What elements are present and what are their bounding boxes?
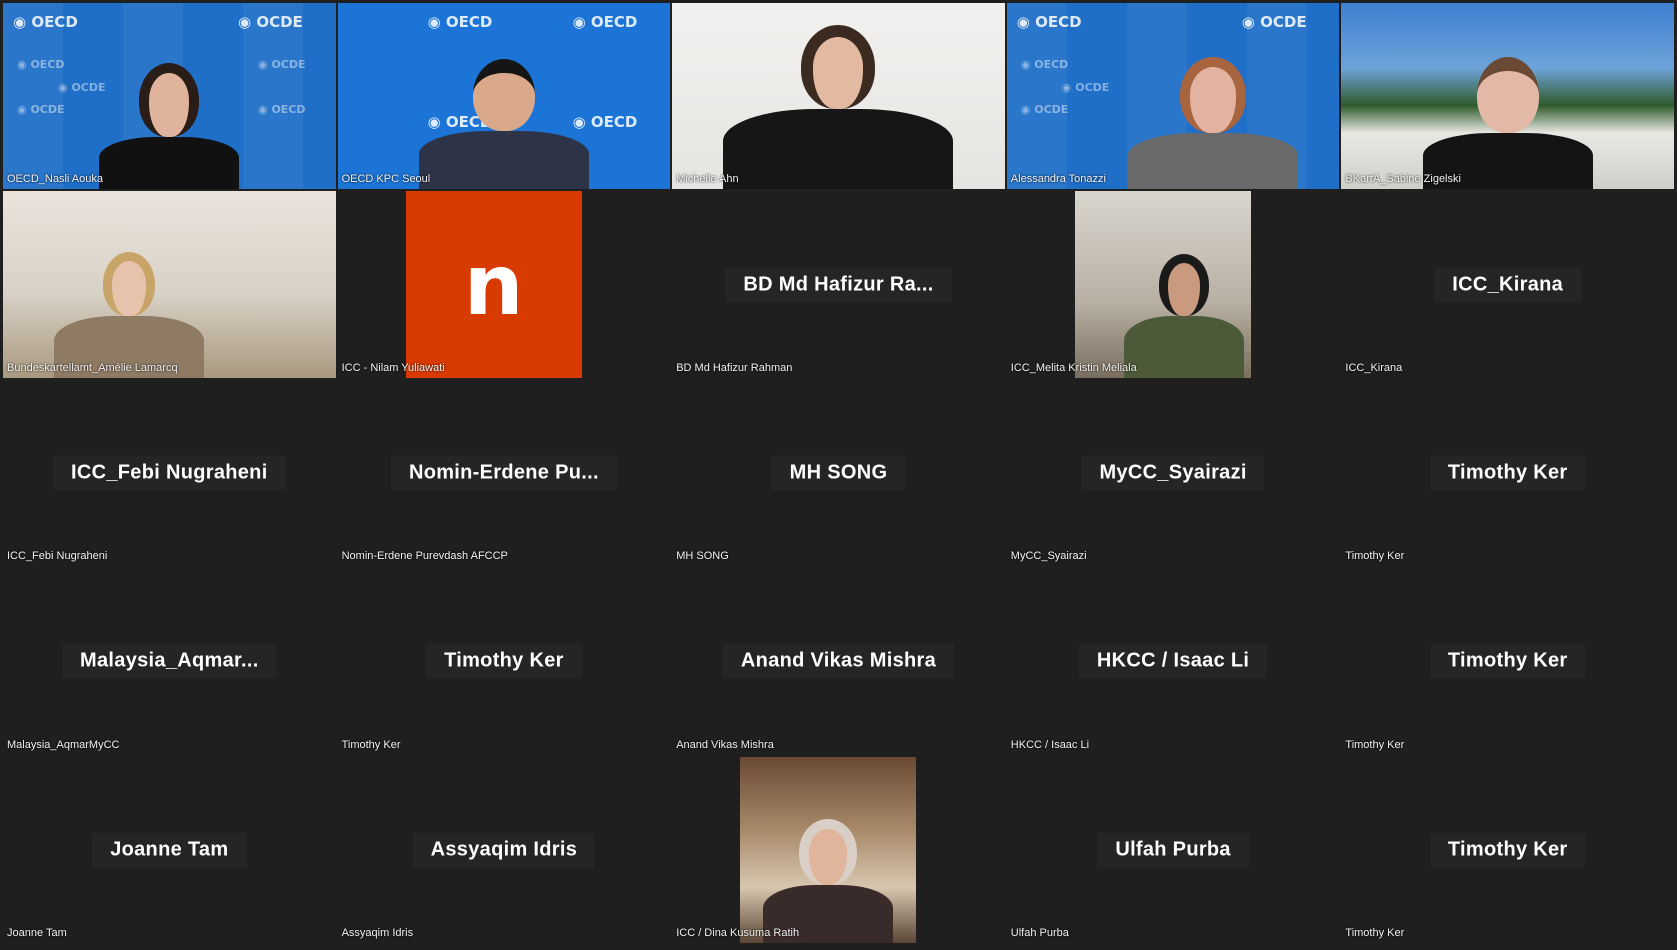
participant-display-name: MyCC_Syairazi [1081,455,1265,491]
participant-name-label: ICC / Dina Kusuma Ratih [676,926,800,939]
participant-name-label: Anand Vikas Mishra [676,738,774,751]
participant-figure [418,59,589,190]
participant-tile[interactable]: Timothy Ker Timothy Ker [1341,756,1674,943]
participant-tile[interactable]: MH SONG MH SONG [672,379,1005,567]
participant-display-name: Timothy Ker [1429,455,1586,491]
participant-tile[interactable]: Timothy Ker Timothy Ker [1341,379,1674,567]
participant-video [1341,3,1674,190]
participant-name-label: Timothy Ker [1345,550,1405,563]
participant-tile[interactable]: Malaysia_Aqmar... Malaysia_AqmarMyCC [3,568,336,755]
participant-name-label: Timothy Ker [1345,738,1405,751]
oecd-logo: ◉ OECD [1016,13,1082,31]
ocde-logo: ◉ OCDE [17,103,65,116]
oecd-logo: ◉ OECD [572,13,638,31]
participant-display-name: MH SONG [771,455,906,491]
ocde-logo: ◉ OCDE [258,58,306,71]
participant-video [3,191,336,378]
participant-tile[interactable]: ◉ OECD ◉ OCDE ◉ OECD ◉ OCDE ◉ OCDE Aless… [1006,3,1340,190]
participant-tile[interactable]: Nomin-Erdene Pu... Nomin-Erdene Purevdas… [337,379,671,567]
oecd-logo: ◉ OECD [427,13,493,31]
participant-tile[interactable]: ◉ OECD ◉ OCDE ◉ OECD ◉ OCDE ◉ OCDE ◉ OCD… [3,3,336,190]
participant-display-name: Joanne Tam [92,832,247,868]
ocde-logo: ◉ OCDE [1241,13,1307,31]
participant-name-label: Malaysia_AqmarMyCC [7,738,120,751]
participant-tile[interactable]: Anand Vikas Mishra Anand Vikas Mishra [672,568,1005,755]
participant-name-label: Timothy Ker [341,738,401,751]
participant-display-name: BD Md Hafizur Ra... [725,267,952,303]
participant-name-label: OECD KPC Seoul [341,173,431,186]
participant-video [672,3,1005,190]
participant-display-name: Malaysia_Aqmar... [62,643,277,679]
participant-tile[interactable]: Timothy Ker Timothy Ker [337,568,671,755]
participant-video: ◉ OECD ◉ OECD ◉ OECD ◉ OECD [337,3,671,190]
participant-figure [1422,57,1593,190]
participant-tile[interactable]: BKartA_Sabine Zigelski [1341,3,1674,190]
participant-name-label: MyCC_Syairazi [1010,550,1087,563]
participant-tile[interactable]: BD Md Hafizur Ra... BD Md Hafizur Rahman [672,191,1005,378]
participant-tile[interactable]: Michelle Ahn [672,3,1005,190]
participant-avatar: n [405,191,582,378]
participant-tile[interactable]: n ICC - Nilam Yuliawati [337,191,671,378]
participant-display-name: HKCC / Isaac Li [1078,643,1268,679]
participant-name-label: Michelle Ahn [676,173,739,186]
participant-tile[interactable]: ◉ OECD ◉ OECD ◉ OECD ◉ OECD OECD KPC Seo… [337,3,671,190]
participant-figure [1123,253,1244,378]
ocde-logo: ◉ OCDE [1020,103,1069,116]
participant-figure [1128,57,1298,190]
video-gallery-grid: ◉ OECD ◉ OCDE ◉ OECD ◉ OCDE ◉ OCDE ◉ OCD… [3,3,1674,943]
participant-display-name: Ulfah Purba [1097,832,1249,868]
participant-tile[interactable]: MyCC_Syairazi MyCC_Syairazi [1006,379,1340,567]
participant-tile[interactable]: Assyaqim Idris Assyaqim Idris [337,756,671,943]
participant-name-label: Timothy Ker [1345,926,1405,939]
participant-display-name: Timothy Ker [1429,832,1586,868]
participant-name-label: HKCC / Isaac Li [1010,738,1090,751]
oecd-logo: ◉ OECD [258,103,306,116]
participant-figure [723,25,954,190]
participant-name-label: Alessandra Tonazzi [1010,173,1106,186]
participant-tile[interactable]: ICC_Melita Kristin Meliala [1006,191,1340,378]
participant-tile[interactable]: HKCC / Isaac Li HKCC / Isaac Li [1006,568,1340,755]
participant-video: ◉ OECD ◉ OCDE ◉ OECD ◉ OCDE ◉ OCDE [1006,3,1340,190]
participant-display-name: Nomin-Erdene Pu... [390,455,617,491]
participant-name-label: OECD_Nasli Aouka [7,173,103,186]
participant-name-label: BD Md Hafizur Rahman [676,361,793,374]
participant-display-name: Assyaqim Idris [412,832,596,868]
participant-tile[interactable]: Ulfah Purba Ulfah Purba [1006,756,1340,943]
participant-name-label: Joanne Tam [7,926,67,939]
participant-display-name: ICC_Febi Nugraheni [53,455,286,491]
participant-figure [763,818,894,943]
participant-display-name: Timothy Ker [1429,643,1586,679]
participant-name-label: Assyaqim Idris [341,926,414,939]
participant-figure [99,63,240,190]
participant-figure [54,251,205,378]
participant-tile[interactable]: ICC / Dina Kusuma Ratih [672,756,1005,943]
participant-display-name: Timothy Ker [426,643,582,679]
participant-name-label: Bundeskartellamt_Amélie Lamarcq [7,361,178,374]
participant-name-label: ICC_Melita Kristin Meliala [1010,361,1137,374]
participant-name-label: ICC - Nilam Yuliawati [341,361,445,374]
participant-name-label: MH SONG [676,550,729,563]
participant-video: ◉ OECD ◉ OCDE ◉ OECD ◉ OCDE ◉ OCDE ◉ OCD… [3,3,336,190]
participant-display-name: Anand Vikas Mishra [722,643,955,679]
participant-tile[interactable]: ICC_Kirana ICC_Kirana [1341,191,1674,378]
participant-name-label: BKartA_Sabine Zigelski [1345,173,1461,186]
participant-name-label: ICC_Kirana [1345,361,1403,374]
participant-video [1074,191,1251,378]
participant-tile[interactable]: ICC_Febi Nugraheni ICC_Febi Nugraheni [3,379,336,567]
participant-name-label: Nomin-Erdene Purevdash AFCCP [341,550,508,563]
participant-tile[interactable]: Timothy Ker Timothy Ker [1341,568,1674,755]
participant-tile[interactable]: Joanne Tam Joanne Tam [3,756,336,943]
participant-display-name: ICC_Kirana [1434,267,1582,303]
oecd-logo: ◉ OECD [17,58,65,71]
oecd-logo: ◉ OECD [13,13,78,31]
ocde-logo: ◉ OCDE [238,13,303,31]
participant-tile[interactable]: Bundeskartellamt_Amélie Lamarcq [3,191,336,378]
participant-name-label: ICC_Febi Nugraheni [7,550,108,563]
ocde-logo: ◉ OCDE [1061,81,1110,94]
participant-video [740,756,917,943]
participant-name-label: Ulfah Purba [1010,926,1069,939]
oecd-logo: ◉ OECD [1020,58,1069,71]
